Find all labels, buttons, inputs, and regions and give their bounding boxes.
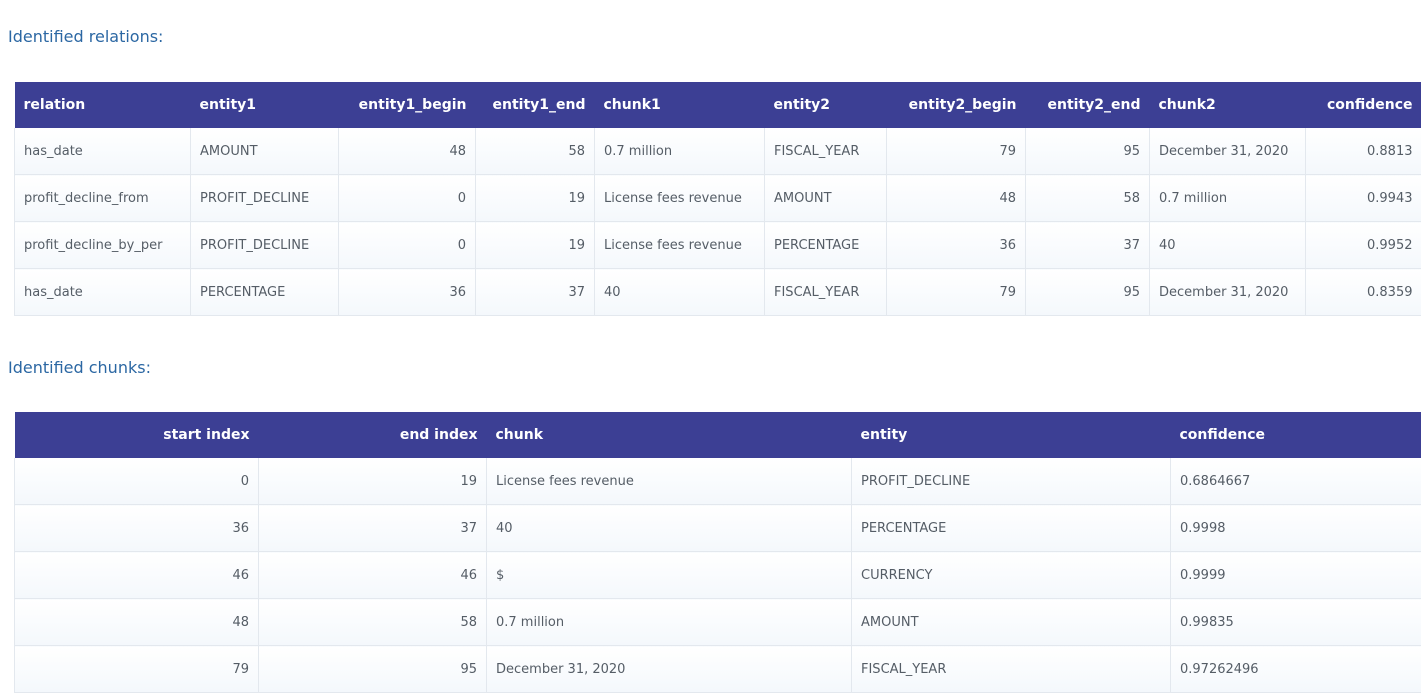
- column-header[interactable]: entity: [852, 412, 1171, 458]
- table-row: 0 19 License fees revenue PROFIT_DECLINE…: [14, 458, 1421, 505]
- confidence-cell: 0.6864667: [1170, 458, 1421, 505]
- table-row: 36 37 40 PERCENTAGE 0.9998: [14, 504, 1421, 552]
- entity1-cell: AMOUNT: [190, 128, 339, 175]
- relation-cell: has_date: [14, 268, 191, 316]
- entity2-begin-cell: 79: [886, 128, 1026, 175]
- relation-cell: profit_decline_from: [14, 174, 191, 222]
- start-index-cell: 0: [14, 458, 259, 505]
- table-row: has_date AMOUNT 48 58 0.7 million FISCAL…: [14, 128, 1421, 175]
- column-header[interactable]: start index: [15, 412, 259, 458]
- start-index-cell: 79: [14, 645, 259, 693]
- start-index-cell: 46: [14, 551, 259, 599]
- entity1-cell: PERCENTAGE: [190, 268, 339, 316]
- chunks-title: Identified chunks:: [8, 358, 151, 377]
- column-header[interactable]: chunk2: [1150, 82, 1306, 128]
- chunk1-cell: License fees revenue: [594, 221, 765, 269]
- column-header[interactable]: chunk: [487, 412, 852, 458]
- chunk1-cell: 40: [594, 268, 765, 316]
- table-row: profit_decline_by_per PROFIT_DECLINE 0 1…: [14, 221, 1421, 269]
- entity1-end-cell: 58: [475, 128, 595, 175]
- relations-table: relation entity1 entity1_begin entity1_e…: [14, 82, 1421, 316]
- chunks-table: start index end index chunk entity confi…: [14, 412, 1421, 693]
- entity-cell: CURRENCY: [851, 551, 1171, 599]
- entity2-end-cell: 37: [1025, 221, 1150, 269]
- column-header[interactable]: entity1_end: [476, 82, 595, 128]
- table-row: 48 58 0.7 million AMOUNT 0.99835: [14, 598, 1421, 646]
- table-row: 79 95 December 31, 2020 FISCAL_YEAR 0.97…: [14, 645, 1421, 693]
- end-index-cell: 37: [258, 504, 487, 552]
- column-header[interactable]: confidence: [1171, 412, 1421, 458]
- end-index-cell: 46: [258, 551, 487, 599]
- entity2-begin-cell: 79: [886, 268, 1026, 316]
- relation-cell: has_date: [14, 128, 191, 175]
- entity1-end-cell: 37: [475, 268, 595, 316]
- column-header[interactable]: entity1_begin: [339, 82, 476, 128]
- entity2-cell: FISCAL_YEAR: [764, 128, 887, 175]
- chunks-header-row: start index end index chunk entity confi…: [14, 412, 1421, 458]
- entity2-begin-cell: 36: [886, 221, 1026, 269]
- entity-cell: AMOUNT: [851, 598, 1171, 646]
- entity1-cell: PROFIT_DECLINE: [190, 174, 339, 222]
- confidence-cell: 0.9998: [1170, 504, 1421, 552]
- entity1-begin-cell: 0: [338, 174, 476, 222]
- chunk-cell: 0.7 million: [486, 598, 852, 646]
- chunk-cell: $: [486, 551, 852, 599]
- entity1-end-cell: 19: [475, 174, 595, 222]
- column-header[interactable]: entity2_end: [1026, 82, 1150, 128]
- chunk2-cell: December 31, 2020: [1149, 268, 1306, 316]
- confidence-cell: 0.97262496: [1170, 645, 1421, 693]
- entity2-begin-cell: 48: [886, 174, 1026, 222]
- end-index-cell: 19: [258, 458, 487, 505]
- entity1-begin-cell: 48: [338, 128, 476, 175]
- entity1-cell: PROFIT_DECLINE: [190, 221, 339, 269]
- relations-header-row: relation entity1 entity1_begin entity1_e…: [14, 82, 1421, 128]
- chunk2-cell: 0.7 million: [1149, 174, 1306, 222]
- entity1-begin-cell: 0: [338, 221, 476, 269]
- end-index-cell: 95: [258, 645, 487, 693]
- entity2-cell: FISCAL_YEAR: [764, 268, 887, 316]
- chunk1-cell: 0.7 million: [594, 128, 765, 175]
- entity1-begin-cell: 36: [338, 268, 476, 316]
- entity1-end-cell: 19: [475, 221, 595, 269]
- entity-cell: PROFIT_DECLINE: [851, 458, 1171, 505]
- entity2-end-cell: 95: [1025, 268, 1150, 316]
- column-header[interactable]: end index: [259, 412, 487, 458]
- chunk-cell: License fees revenue: [486, 458, 852, 505]
- chunk-cell: December 31, 2020: [486, 645, 852, 693]
- entity2-end-cell: 58: [1025, 174, 1150, 222]
- start-index-cell: 36: [14, 504, 259, 552]
- chunk1-cell: License fees revenue: [594, 174, 765, 222]
- start-index-cell: 48: [14, 598, 259, 646]
- chunk2-cell: 40: [1149, 221, 1306, 269]
- confidence-cell: 0.8359: [1305, 268, 1421, 316]
- entity2-cell: AMOUNT: [764, 174, 887, 222]
- confidence-cell: 0.99835: [1170, 598, 1421, 646]
- relation-cell: profit_decline_by_per: [14, 221, 191, 269]
- table-row: has_date PERCENTAGE 36 37 40 FISCAL_YEAR…: [14, 268, 1421, 316]
- confidence-cell: 0.9952: [1305, 221, 1421, 269]
- column-header[interactable]: entity2: [765, 82, 887, 128]
- confidence-cell: 0.9999: [1170, 551, 1421, 599]
- table-row: profit_decline_from PROFIT_DECLINE 0 19 …: [14, 174, 1421, 222]
- confidence-cell: 0.9943: [1305, 174, 1421, 222]
- column-header[interactable]: entity1: [191, 82, 339, 128]
- entity-cell: FISCAL_YEAR: [851, 645, 1171, 693]
- chunk-cell: 40: [486, 504, 852, 552]
- end-index-cell: 58: [258, 598, 487, 646]
- page: Identified relations: relation entity1 e…: [0, 0, 1421, 699]
- column-header[interactable]: relation: [15, 82, 191, 128]
- column-header[interactable]: entity2_begin: [887, 82, 1026, 128]
- confidence-cell: 0.8813: [1305, 128, 1421, 175]
- entity-cell: PERCENTAGE: [851, 504, 1171, 552]
- table-row: 46 46 $ CURRENCY 0.9999: [14, 551, 1421, 599]
- column-header[interactable]: chunk1: [595, 82, 765, 128]
- entity2-cell: PERCENTAGE: [764, 221, 887, 269]
- relations-title: Identified relations:: [8, 27, 164, 46]
- chunk2-cell: December 31, 2020: [1149, 128, 1306, 175]
- entity2-end-cell: 95: [1025, 128, 1150, 175]
- column-header[interactable]: confidence: [1306, 82, 1421, 128]
